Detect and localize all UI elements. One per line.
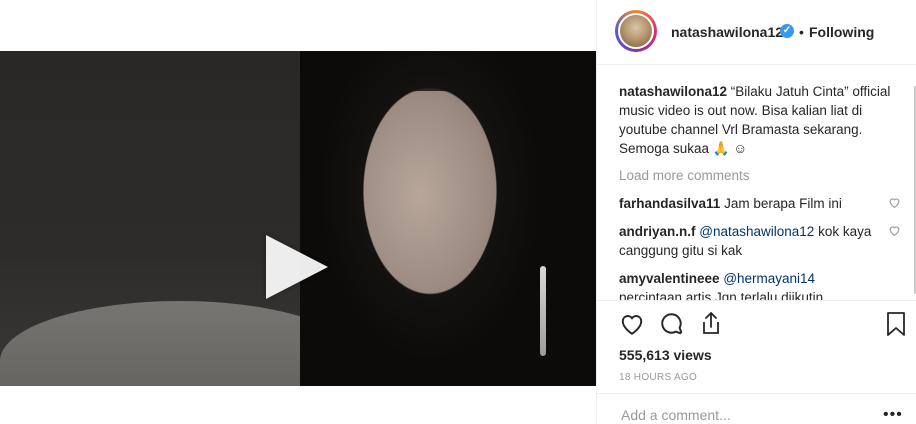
- comment-text: percintaan artis Jgn terlalu diikutin ,: [619, 290, 831, 300]
- comment-bubble-icon[interactable]: [659, 311, 685, 337]
- video-player[interactable]: [0, 51, 596, 386]
- comments-list: natashawilona12 “Bilaku Jatuh Cinta” off…: [619, 82, 907, 300]
- avatar-story-ring[interactable]: [615, 10, 657, 52]
- video-subject-earring: [540, 266, 546, 356]
- comment-username[interactable]: amyvalentineee: [619, 271, 720, 286]
- comment-mention[interactable]: @hermayani14: [720, 271, 815, 286]
- post-caption: natashawilona12 “Bilaku Jatuh Cinta” off…: [619, 82, 907, 158]
- post-side-panel: natashawilona12 ✓ • Following natashawil…: [596, 0, 916, 424]
- share-icon[interactable]: [699, 310, 723, 336]
- comment-username[interactable]: farhandasilva11: [619, 196, 720, 211]
- post-header: natashawilona12 ✓ • Following: [597, 0, 916, 65]
- following-button[interactable]: Following: [809, 24, 874, 40]
- comment-like-heart-icon[interactable]: [888, 196, 901, 209]
- post-timestamp[interactable]: 18 HOURS AGO: [619, 372, 697, 383]
- avatar[interactable]: [618, 13, 654, 49]
- header-separator: •: [799, 24, 804, 40]
- comment-username[interactable]: andriyan.n.f: [619, 224, 696, 239]
- comment-mention[interactable]: @natashawilona12: [696, 224, 814, 239]
- video-panel: [0, 0, 596, 423]
- comment-item: farhandasilva11 Jam berapa Film ini: [619, 194, 907, 213]
- video-subject-hair: [300, 51, 596, 386]
- more-options-icon[interactable]: •••: [883, 406, 903, 424]
- heart-icon[interactable]: [619, 311, 645, 337]
- view-count[interactable]: 555,613 views: [619, 347, 712, 363]
- comment-input[interactable]: [619, 406, 873, 424]
- header-username[interactable]: natashawilona12: [671, 24, 783, 40]
- caption-username[interactable]: natashawilona12: [619, 84, 727, 99]
- comment-item: andriyan.n.f @natashawilona12 kok kaya c…: [619, 222, 907, 260]
- bookmark-icon[interactable]: [885, 311, 907, 337]
- add-comment-bar: •••: [597, 393, 916, 424]
- verified-badge-icon: ✓: [780, 24, 794, 38]
- comment-text: Jam berapa Film ini: [720, 196, 842, 211]
- play-icon[interactable]: [266, 235, 328, 299]
- comment-item: amyvalentineee @hermayani14 percintaan a…: [619, 269, 907, 300]
- load-more-comments-button[interactable]: Load more comments: [619, 166, 907, 185]
- comment-like-heart-icon[interactable]: [888, 224, 901, 237]
